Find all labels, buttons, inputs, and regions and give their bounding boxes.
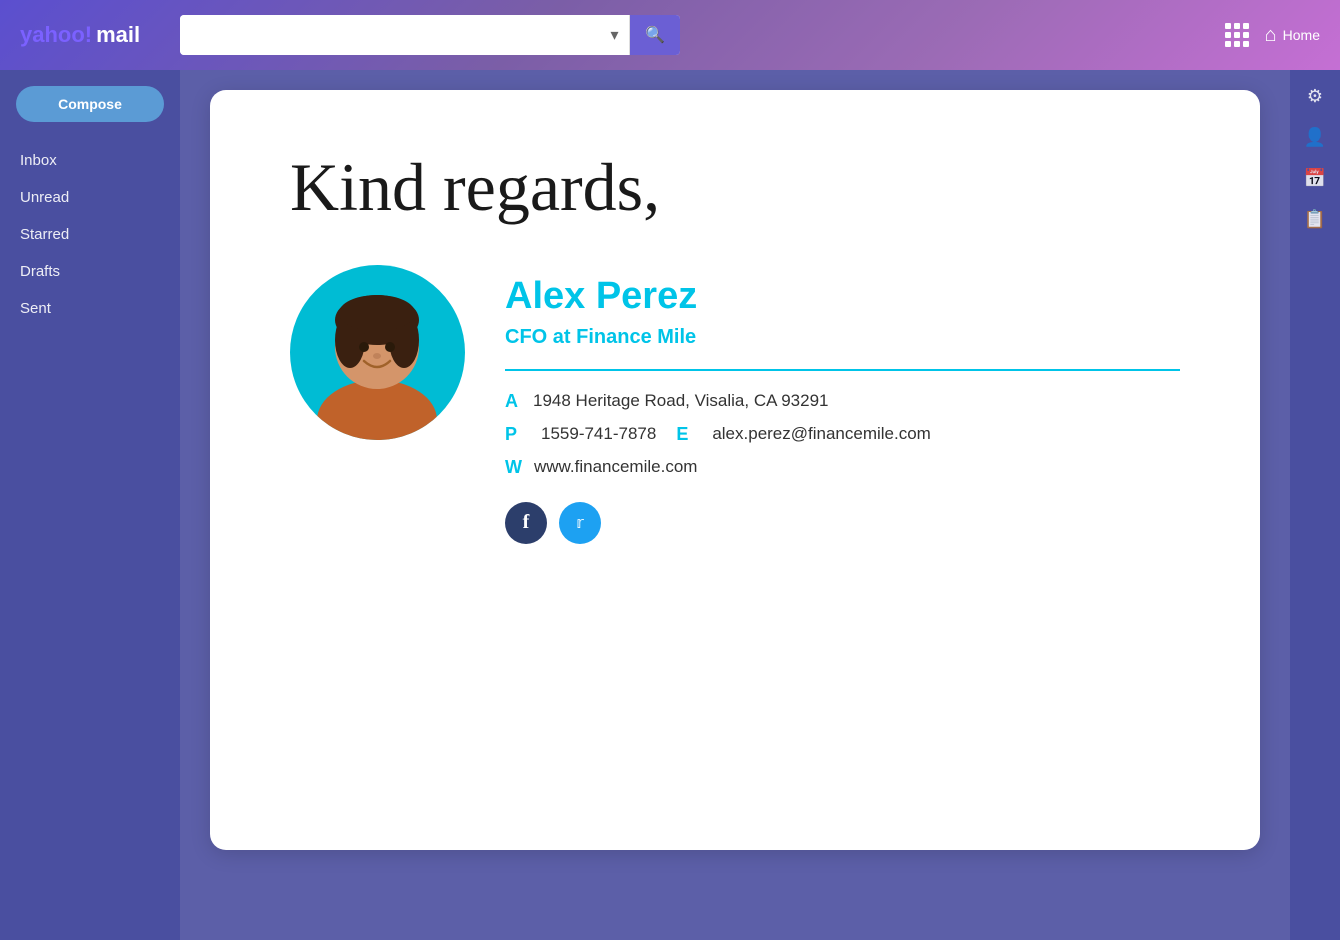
phone-email-row: P 1559-741-7878 E alex.perez@financemile…	[505, 424, 1180, 445]
grid-apps-icon[interactable]	[1225, 23, 1249, 47]
email-label: E	[676, 424, 692, 445]
search-bar: ▾ 🔍	[180, 15, 680, 55]
signature-greeting: Kind regards,	[290, 150, 1180, 225]
twitter-button[interactable]: 𝕣	[559, 502, 601, 544]
avatar	[290, 265, 465, 440]
contacts-icon[interactable]: 👤	[1304, 127, 1326, 148]
search-button[interactable]: 🔍	[630, 15, 680, 55]
address-value: 1948 Heritage Road, Visalia, CA 93291	[533, 391, 829, 411]
logo: yahoo!mail	[20, 22, 160, 48]
address-row: A 1948 Heritage Road, Visalia, CA 93291	[505, 391, 1180, 412]
search-dropdown-button[interactable]: ▾	[600, 15, 630, 55]
header: yahoo!mail ▾ 🔍 ⌂ Home	[0, 0, 1340, 70]
header-icons: ⌂ Home	[1225, 23, 1320, 47]
signature-body: Alex Perez CFO at Finance Mile A 1948 He…	[290, 265, 1180, 544]
twitter-icon: 𝕣	[576, 513, 584, 533]
calendar-icon[interactable]: 📅	[1304, 168, 1326, 189]
company-name: Finance Mile	[576, 326, 696, 348]
website-label: W	[505, 457, 522, 478]
search-input[interactable]	[180, 15, 600, 55]
sidebar-item-unread[interactable]: Unread	[0, 179, 180, 216]
website-value: www.financemile.com	[534, 457, 697, 477]
sidebar-item-starred[interactable]: Starred	[0, 216, 180, 253]
right-sidebar: ⚙ 👤 📅 📋	[1290, 70, 1340, 940]
notes-icon[interactable]: 📋	[1304, 209, 1326, 230]
facebook-icon: f	[523, 511, 530, 534]
search-icon: 🔍	[645, 25, 665, 45]
email-card: Kind regards,	[210, 90, 1260, 850]
sidebar: Compose Inbox Unread Starred Drafts Sent	[0, 70, 180, 940]
home-link[interactable]: ⌂ Home	[1265, 24, 1320, 47]
address-label: A	[505, 391, 521, 412]
home-icon: ⌂	[1265, 24, 1277, 47]
sidebar-item-sent[interactable]: Sent	[0, 290, 180, 327]
sidebar-item-drafts[interactable]: Drafts	[0, 253, 180, 290]
main-layout: Compose Inbox Unread Starred Drafts Sent…	[0, 70, 1340, 940]
phone-label: P	[505, 424, 521, 445]
compose-button[interactable]: Compose	[16, 86, 164, 122]
email-value: alex.perez@financemile.com	[712, 424, 931, 444]
facebook-button[interactable]: f	[505, 502, 547, 544]
main-content: Kind regards,	[180, 70, 1290, 940]
signature-info: Alex Perez CFO at Finance Mile A 1948 He…	[505, 265, 1180, 544]
home-label: Home	[1283, 27, 1320, 43]
chevron-down-icon: ▾	[610, 25, 618, 45]
social-icons: f 𝕣	[505, 502, 1180, 544]
settings-icon[interactable]: ⚙	[1307, 86, 1323, 107]
signer-title: CFO at Finance Mile	[505, 326, 1180, 349]
website-row: W www.financemile.com	[505, 457, 1180, 478]
divider	[505, 369, 1180, 371]
yahoo-text: yahoo!	[20, 22, 92, 48]
sidebar-item-inbox[interactable]: Inbox	[0, 142, 180, 179]
signer-name: Alex Perez	[505, 275, 1180, 318]
title-prefix: CFO at	[505, 326, 576, 348]
phone-value: 1559-741-7878	[541, 424, 656, 444]
mail-text: mail	[96, 22, 140, 48]
contact-details: A 1948 Heritage Road, Visalia, CA 93291 …	[505, 391, 1180, 478]
